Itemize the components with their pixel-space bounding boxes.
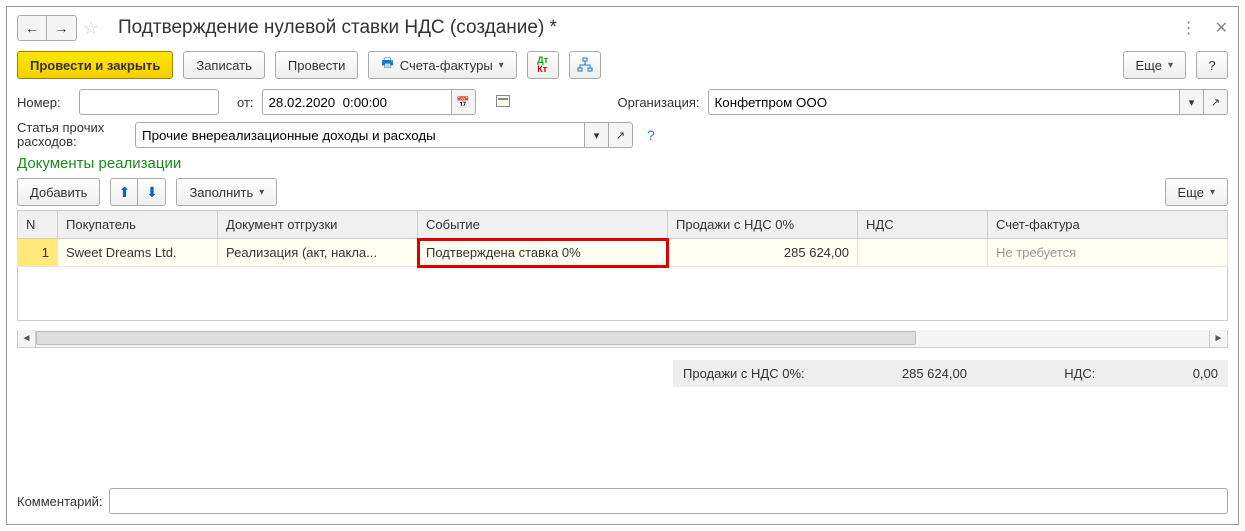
org-open-icon[interactable]: ↗ (1204, 89, 1228, 115)
org-label: Организация: (618, 95, 700, 110)
dtkt-button[interactable]: ДтКт (527, 51, 559, 79)
col-sales0[interactable]: Продажи с НДС 0% (668, 211, 858, 239)
favorite-star-icon[interactable]: ☆ (79, 15, 103, 41)
expense-open-icon[interactable]: ↗ (609, 122, 633, 148)
col-buyer[interactable]: Покупатель (58, 211, 218, 239)
move-down-button[interactable]: ⬇ (138, 178, 166, 206)
totals-vat-label: НДС: (1064, 366, 1095, 381)
more-button[interactable]: Еще (1123, 51, 1186, 79)
date-input-group: 📅 (262, 89, 476, 115)
scroll-right-icon[interactable]: ► (1209, 330, 1227, 347)
structure-button[interactable] (569, 51, 601, 79)
cell-sales0[interactable]: 285 624,00 (668, 239, 858, 267)
help-button[interactable]: ? (1196, 51, 1228, 79)
documents-table[interactable]: N Покупатель Документ отгрузки Событие П… (17, 210, 1228, 321)
cell-n[interactable]: 1 (18, 239, 58, 267)
from-label: от: (237, 95, 254, 110)
expense-label: Статья прочих расходов: (17, 121, 127, 149)
document-window: ← → ☆ Подтверждение нулевой ставки НДС (… (6, 6, 1239, 525)
grid-wrap: N Покупатель Документ отгрузки Событие П… (17, 210, 1228, 330)
totals-sales0-label: Продажи с НДС 0%: (683, 366, 805, 381)
back-button[interactable]: ← (17, 15, 47, 41)
horizontal-scrollbar[interactable]: ◄ ► (17, 330, 1228, 348)
main-toolbar: Провести и закрыть Записать Провести 🖶Сч… (17, 51, 1228, 79)
org-input[interactable] (708, 89, 1180, 115)
expense-input-group: ▾ ↗ (135, 122, 633, 148)
post-button[interactable]: Провести (275, 51, 359, 79)
expense-dropdown-icon[interactable]: ▾ (585, 122, 609, 148)
totals-box: Продажи с НДС 0%: 285 624,00 НДС: 0,00 (673, 360, 1228, 387)
titlebar: ← → ☆ Подтверждение нулевой ставки НДС (… (17, 15, 1228, 41)
post-and-close-button[interactable]: Провести и закрыть (17, 51, 173, 79)
forward-button[interactable]: → (47, 15, 77, 41)
add-row-button[interactable]: Добавить (17, 178, 100, 206)
col-event[interactable]: Событие (418, 211, 668, 239)
org-input-group: ▾ ↗ (708, 89, 1228, 115)
printer-icon: 🖶 (381, 54, 393, 76)
invoices-button[interactable]: 🖶Счета-фактуры (368, 51, 516, 79)
col-invoice[interactable]: Счет-фактура (988, 211, 1228, 239)
cell-buyer[interactable]: Sweet Dreams Ltd. (58, 239, 218, 267)
cell-invoice[interactable]: Не требуется (988, 239, 1228, 267)
table-toolbar: Добавить ⬆ ⬇ Заполнить Еще (17, 178, 1228, 206)
expense-row: Статья прочих расходов: ▾ ↗ ? (17, 121, 1228, 149)
number-label: Номер: (17, 95, 71, 110)
cell-vat[interactable] (858, 239, 988, 267)
col-shipment[interactable]: Документ отгрузки (218, 211, 418, 239)
fill-button[interactable]: Заполнить (176, 178, 277, 206)
related-doc-icon[interactable] (496, 95, 510, 110)
cell-event[interactable]: Подтверждена ставка 0% (418, 239, 668, 267)
kebab-menu-icon[interactable]: ⋮ (1181, 18, 1197, 38)
comment-row: Комментарий: (17, 488, 1228, 514)
totals-row: Продажи с НДС 0%: 285 624,00 НДС: 0,00 (17, 360, 1228, 387)
comment-label: Комментарий: (17, 494, 103, 509)
totals-vat-value: 0,00 (1193, 366, 1218, 381)
comment-input[interactable] (109, 488, 1229, 514)
save-button[interactable]: Записать (183, 51, 265, 79)
header-row: Номер: от: 📅 Организация: ▾ ↗ (17, 89, 1228, 115)
scroll-track[interactable] (36, 330, 1209, 347)
scroll-thumb[interactable] (36, 331, 916, 345)
move-row-group: ⬆ ⬇ (110, 178, 166, 206)
section-title: Документы реализации (17, 155, 1228, 172)
totals-sales0-value: 285 624,00 (902, 366, 967, 381)
col-vat[interactable]: НДС (858, 211, 988, 239)
expense-input[interactable] (135, 122, 585, 148)
expense-help-icon[interactable]: ? (647, 127, 655, 143)
date-input[interactable] (262, 89, 452, 115)
move-up-button[interactable]: ⬆ (110, 178, 138, 206)
cell-shipment[interactable]: Реализация (акт, накла... (218, 239, 418, 267)
table-row[interactable]: 1 Sweet Dreams Ltd. Реализация (акт, нак… (18, 239, 1228, 267)
window-title: Подтверждение нулевой ставки НДС (создан… (118, 17, 1181, 39)
table-header-row: N Покупатель Документ отгрузки Событие П… (18, 211, 1228, 239)
col-n[interactable]: N (18, 211, 58, 239)
org-dropdown-icon[interactable]: ▾ (1180, 89, 1204, 115)
table-more-button[interactable]: Еще (1165, 178, 1228, 206)
calendar-icon[interactable]: 📅 (452, 89, 476, 115)
number-input[interactable] (79, 89, 219, 115)
close-icon[interactable]: ✕ (1215, 18, 1228, 38)
scroll-left-icon[interactable]: ◄ (18, 330, 36, 347)
